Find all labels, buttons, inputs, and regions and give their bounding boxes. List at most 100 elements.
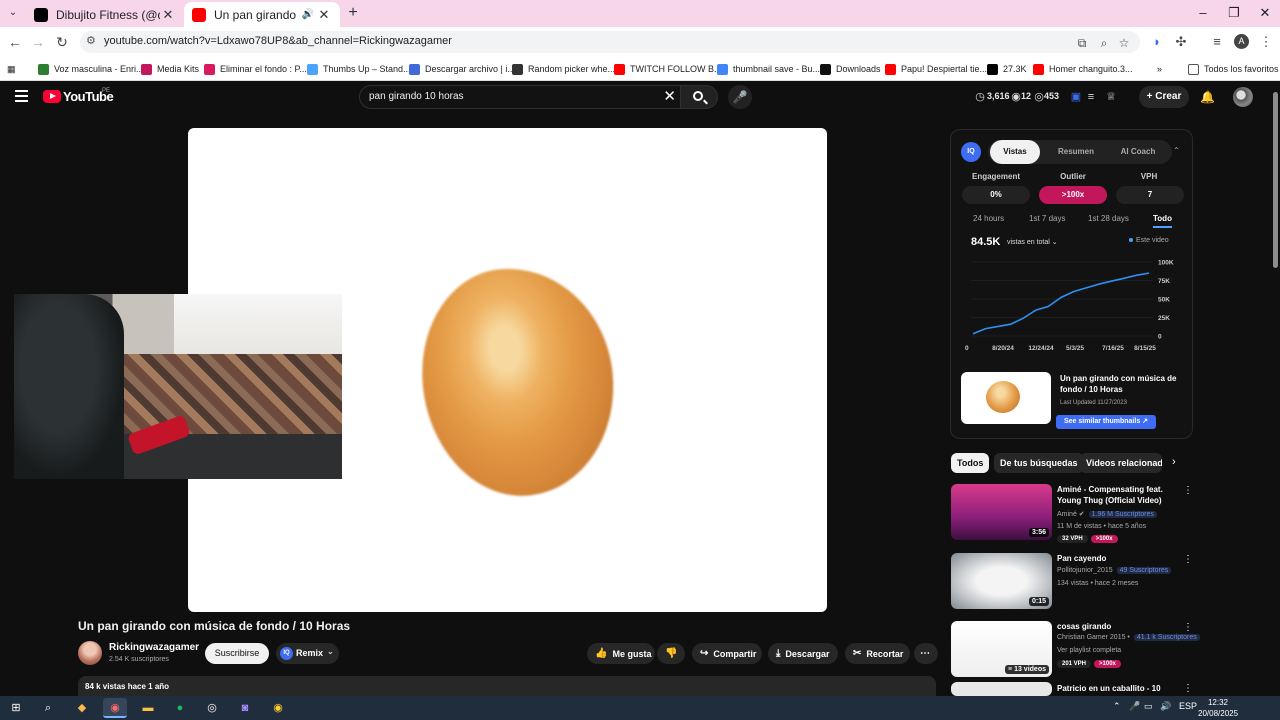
search-button[interactable] xyxy=(681,85,718,109)
range-7d[interactable]: 1st 7 days xyxy=(1029,214,1065,223)
chrome-alt-icon[interactable]: ◉ xyxy=(266,698,290,718)
more-vertical-icon[interactable]: ⋮ xyxy=(1183,554,1193,565)
tab-resumen[interactable]: Resumen xyxy=(1051,140,1101,164)
browser-tab-dibujito[interactable]: Dibujito Fitness (@dibujito_fitn ✕ xyxy=(26,2,184,27)
related-thumbnail[interactable]: 0:15 xyxy=(951,553,1052,609)
related-thumbnail[interactable] xyxy=(951,682,1052,696)
bookmark-item[interactable]: thumbnail save - Bu... xyxy=(717,61,820,77)
site-info-icon[interactable]: ⚙ xyxy=(86,34,96,47)
browser-tab-youtube[interactable]: Un pan girando con música 🔊 ✕ xyxy=(184,2,340,27)
scrollbar-thumb[interactable] xyxy=(1273,92,1278,268)
collapse-chevron-up-icon[interactable]: ⌃ xyxy=(1173,146,1180,155)
extensions-puzzle-icon[interactable]: ✣ xyxy=(1172,33,1190,51)
bookmark-item[interactable]: Eliminar el fondo : P... xyxy=(204,61,307,77)
bookmark-item[interactable]: Thumbs Up – Stand... xyxy=(307,61,411,77)
profile-avatar[interactable]: A xyxy=(1234,34,1249,49)
related-title[interactable]: Patricio en un caballito - 10 xyxy=(1057,683,1182,694)
range-all[interactable]: Todo xyxy=(1153,214,1172,228)
range-28d[interactable]: 1st 28 days xyxy=(1088,214,1129,223)
bookmark-item[interactable]: Homer changuito.3... xyxy=(1033,61,1133,77)
tab-ai-coach[interactable]: AI Coach xyxy=(1108,140,1168,164)
volume-icon[interactable]: 🔊 xyxy=(1160,701,1171,712)
see-similar-thumbnails-button[interactable]: See similar thumbnails ↗ xyxy=(1056,415,1156,429)
create-button[interactable]: + Crear xyxy=(1139,86,1189,108)
clip-button[interactable]: ✂ Recortar xyxy=(845,643,910,664)
bookmark-item[interactable]: Descargar archivo | i... xyxy=(409,61,515,77)
bookmark-item[interactable]: Downloads xyxy=(820,61,881,77)
tab-vistas[interactable]: Vistas xyxy=(990,140,1040,164)
related-title[interactable]: Aminé - Compensating feat. Young Thug (O… xyxy=(1057,484,1182,506)
reading-list-icon[interactable]: ≡ xyxy=(1208,33,1226,51)
forward-arrow-icon[interactable]: → xyxy=(29,33,47,51)
speaker-icon[interactable]: 🔊 xyxy=(300,9,316,20)
related-title[interactable]: cosas girando xyxy=(1057,621,1182,632)
vidiq-extension-icon[interactable]: ◗ xyxy=(1148,33,1166,51)
zoom-icon[interactable]: ⌕ xyxy=(1096,35,1112,51)
remix-button[interactable]: IQ Remix ⌄ xyxy=(276,643,339,664)
minimize-button[interactable]: – xyxy=(1188,4,1218,22)
close-window-button[interactable]: ✕ xyxy=(1250,4,1280,22)
bookmark-item[interactable]: Random picker whe... xyxy=(512,61,615,77)
share-button[interactable]: ↪ Compartir xyxy=(692,643,762,664)
more-vertical-icon[interactable]: ⋮ xyxy=(1183,683,1193,694)
chip-videos-relacionados[interactable]: Videos relacionado xyxy=(1080,453,1162,473)
more-vertical-icon[interactable]: ⋮ xyxy=(1183,485,1193,496)
bookmark-item[interactable]: TWITCH FOLLOW B... xyxy=(614,61,722,77)
reload-icon[interactable]: ↻ xyxy=(53,33,71,51)
views-selector[interactable]: vistas en total ⌄ xyxy=(1007,238,1058,246)
vidiq-icon[interactable]: ▣ xyxy=(1069,90,1083,104)
trophy-icon[interactable]: ♕ xyxy=(1104,90,1118,104)
back-arrow-icon[interactable]: ← xyxy=(6,33,24,51)
account-avatar[interactable] xyxy=(1233,87,1253,107)
restore-button[interactable]: ❐ xyxy=(1219,4,1249,22)
close-tab-icon[interactable]: ✕ xyxy=(316,7,332,23)
bookmark-item[interactable]: Media Kits xyxy=(141,61,199,77)
network-icon[interactable]: ▭ xyxy=(1144,701,1153,712)
input-language[interactable]: ESP xyxy=(1179,701,1197,711)
related-thumbnail[interactable]: ≡ 13 videos xyxy=(951,621,1052,677)
all-bookmarks-folder[interactable]: Todos los favoritos xyxy=(1188,61,1279,77)
bookmark-item[interactable]: Voz masculina - Enri... xyxy=(38,61,144,77)
chip-todos[interactable]: Todos xyxy=(951,453,990,473)
related-title[interactable]: Pan cayendo xyxy=(1057,553,1182,564)
bookmark-star-icon[interactable]: ☆ xyxy=(1116,35,1132,51)
tray-chevron-up-icon[interactable]: ⌃ xyxy=(1113,701,1121,712)
search-input[interactable]: pan girando 10 horas ✕ xyxy=(359,85,681,109)
channel-name[interactable]: Rickingwazagamer xyxy=(109,642,199,653)
hamburger-menu-icon[interactable] xyxy=(15,90,28,102)
obs-icon[interactable]: ◎ xyxy=(200,698,224,718)
download-button[interactable]: ⤓ Descargar xyxy=(768,643,838,664)
voice-search-mic-icon[interactable]: 🎤 xyxy=(728,85,752,109)
channel-avatar[interactable] xyxy=(78,641,102,665)
related-thumbnail[interactable]: 3:56 xyxy=(951,484,1052,540)
range-24h[interactable]: 24 hours xyxy=(973,214,1004,223)
chrome-menu-icon[interactable]: ⋮ xyxy=(1257,33,1275,51)
chips-next-chevron-icon[interactable]: › xyxy=(1172,456,1176,468)
search-icon[interactable]: ⌕ xyxy=(36,698,60,718)
youtube-logo-icon[interactable] xyxy=(43,90,61,103)
clear-search-icon[interactable]: ✕ xyxy=(663,89,676,105)
file-explorer-icon[interactable]: ▬ xyxy=(136,698,160,718)
bookmark-item[interactable]: 27.3K xyxy=(987,61,1027,77)
windows-start-icon[interactable]: ⊞ xyxy=(4,698,28,718)
more-actions-button[interactable]: ⋯ xyxy=(914,643,938,664)
mic-tray-icon[interactable]: 🎤 xyxy=(1129,701,1140,712)
discord-icon[interactable]: ◙ xyxy=(233,698,257,718)
list-icon[interactable]: ≡ xyxy=(1084,90,1098,104)
close-tab-icon[interactable]: ✕ xyxy=(160,7,176,23)
like-button[interactable]: 👍 Me gusta xyxy=(587,643,655,664)
address-bar[interactable]: ⚙ youtube.com/watch?v=Ldxawo78UP8&ab_cha… xyxy=(80,31,1140,53)
tab-search-chevron-icon[interactable]: ⌄ xyxy=(4,4,22,22)
spotify-icon[interactable]: ● xyxy=(168,698,192,718)
apps-grid-icon[interactable]: ▦ xyxy=(7,61,16,77)
more-vertical-icon[interactable]: ⋮ xyxy=(1183,622,1193,633)
system-clock[interactable]: 12:32 20/08/2025 xyxy=(1198,697,1238,719)
more-bookmarks-chevron-icon[interactable]: » xyxy=(1157,61,1162,77)
dislike-button[interactable]: 👎 xyxy=(657,643,685,664)
chrome-taskbar-icon[interactable]: ◉ xyxy=(103,698,127,718)
widgets-icon[interactable]: ◆ xyxy=(70,698,94,718)
notifications-bell-icon[interactable]: 🔔 xyxy=(1200,90,1215,104)
subscribe-button[interactable]: Suscribirse xyxy=(205,643,269,664)
chip-de-tus-busquedas[interactable]: De tus búsquedas xyxy=(994,453,1084,473)
bookmark-item[interactable]: Papu! Despiertal tie... xyxy=(885,61,987,77)
